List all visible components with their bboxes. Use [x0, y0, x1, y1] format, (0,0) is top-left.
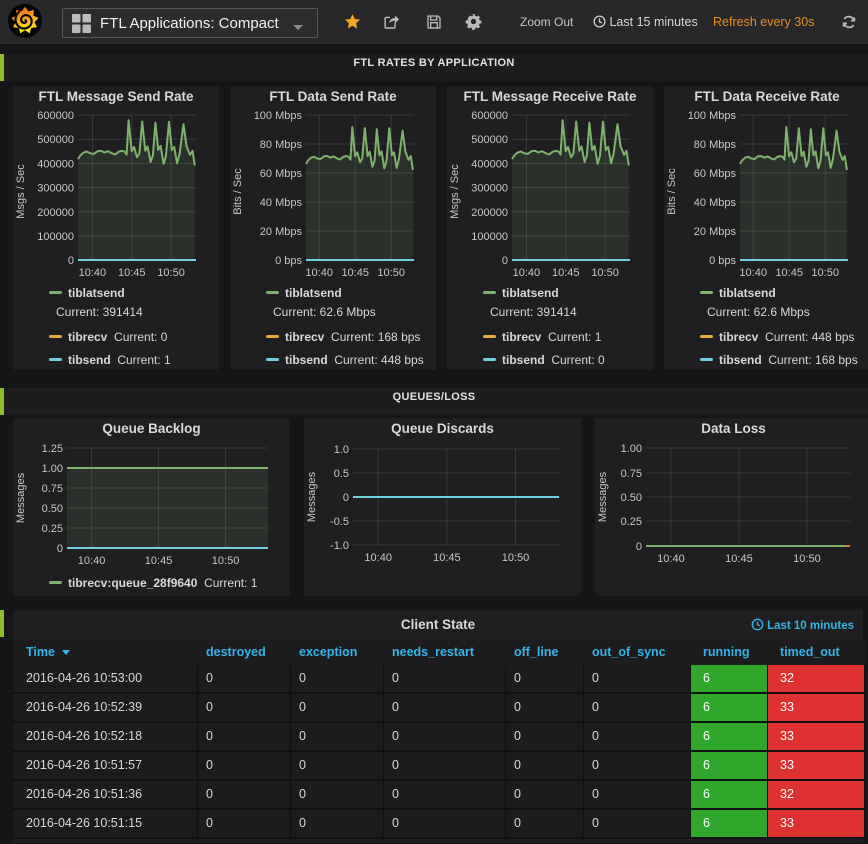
svg-text:10:50: 10:50	[157, 267, 185, 279]
svg-text:20 Mbps: 20 Mbps	[694, 226, 737, 238]
svg-text:100 Mbps: 100 Mbps	[688, 110, 737, 122]
svg-text:0 bps: 0 bps	[275, 255, 302, 267]
svg-text:600000: 600000	[37, 110, 74, 122]
svg-text:60 Mbps: 60 Mbps	[694, 168, 737, 180]
svg-text:10:40: 10:40	[364, 552, 392, 564]
svg-text:40 Mbps: 40 Mbps	[694, 197, 737, 209]
svg-text:10:40: 10:40	[305, 267, 333, 279]
svg-text:1.25: 1.25	[42, 443, 63, 455]
svg-text:10:45: 10:45	[775, 267, 803, 279]
svg-text:300000: 300000	[37, 183, 74, 195]
svg-text:0: 0	[502, 255, 508, 267]
svg-text:400000: 400000	[37, 158, 74, 170]
svg-text:10:45: 10:45	[341, 267, 369, 279]
svg-text:10:45: 10:45	[145, 555, 173, 567]
svg-text:-1.0: -1.0	[330, 540, 349, 552]
svg-text:Messages: Messages	[15, 472, 27, 523]
svg-text:20 Mbps: 20 Mbps	[260, 226, 303, 238]
svg-text:0.75: 0.75	[621, 468, 642, 480]
svg-text:10:45: 10:45	[552, 267, 580, 279]
svg-text:0: 0	[68, 255, 74, 267]
svg-text:10:45: 10:45	[433, 552, 461, 564]
svg-text:60 Mbps: 60 Mbps	[260, 168, 303, 180]
svg-text:0.5: 0.5	[334, 468, 349, 480]
svg-text:10:45: 10:45	[725, 553, 753, 565]
svg-text:0 bps: 0 bps	[709, 255, 736, 267]
svg-text:10:50: 10:50	[502, 552, 530, 564]
svg-text:10:50: 10:50	[793, 553, 821, 565]
svg-text:200000: 200000	[471, 207, 508, 219]
svg-text:10:45: 10:45	[118, 267, 146, 279]
svg-text:1.0: 1.0	[334, 444, 349, 456]
svg-text:10:50: 10:50	[591, 267, 619, 279]
svg-text:400000: 400000	[471, 158, 508, 170]
svg-text:Bits / Sec: Bits / Sec	[666, 168, 678, 215]
svg-text:600000: 600000	[471, 110, 508, 122]
svg-text:0.75: 0.75	[42, 483, 63, 495]
svg-text:0.50: 0.50	[42, 503, 63, 515]
svg-text:0: 0	[343, 492, 349, 504]
svg-text:100000: 100000	[471, 231, 508, 243]
svg-text:500000: 500000	[37, 134, 74, 146]
svg-text:Msgs / Sec: Msgs / Sec	[449, 164, 461, 219]
svg-text:0.50: 0.50	[621, 492, 642, 504]
svg-text:80 Mbps: 80 Mbps	[260, 139, 303, 151]
svg-text:100000: 100000	[37, 231, 74, 243]
svg-text:0.25: 0.25	[621, 516, 642, 528]
svg-text:10:50: 10:50	[811, 267, 839, 279]
svg-text:500000: 500000	[471, 134, 508, 146]
svg-text:80 Mbps: 80 Mbps	[694, 139, 737, 151]
svg-text:300000: 300000	[471, 183, 508, 195]
svg-text:10:50: 10:50	[212, 555, 240, 567]
svg-text:10:50: 10:50	[377, 267, 405, 279]
svg-text:200000: 200000	[37, 207, 74, 219]
svg-text:1.00: 1.00	[42, 463, 63, 475]
svg-text:10:40: 10:40	[78, 555, 106, 567]
svg-text:10:40: 10:40	[657, 553, 685, 565]
svg-text:Msgs / Sec: Msgs / Sec	[15, 164, 27, 219]
svg-text:Messages: Messages	[597, 471, 609, 522]
svg-text:Bits / Sec: Bits / Sec	[232, 168, 244, 215]
svg-text:0: 0	[636, 541, 642, 553]
svg-text:-0.5: -0.5	[330, 516, 349, 528]
svg-text:100 Mbps: 100 Mbps	[254, 110, 303, 122]
svg-text:0.25: 0.25	[42, 523, 63, 535]
svg-text:10:40: 10:40	[513, 267, 541, 279]
svg-text:10:40: 10:40	[79, 267, 107, 279]
svg-text:10:40: 10:40	[739, 267, 767, 279]
svg-text:Messages: Messages	[306, 471, 318, 522]
svg-text:1.00: 1.00	[621, 443, 642, 455]
svg-text:0: 0	[57, 543, 63, 555]
svg-text:40 Mbps: 40 Mbps	[260, 197, 303, 209]
